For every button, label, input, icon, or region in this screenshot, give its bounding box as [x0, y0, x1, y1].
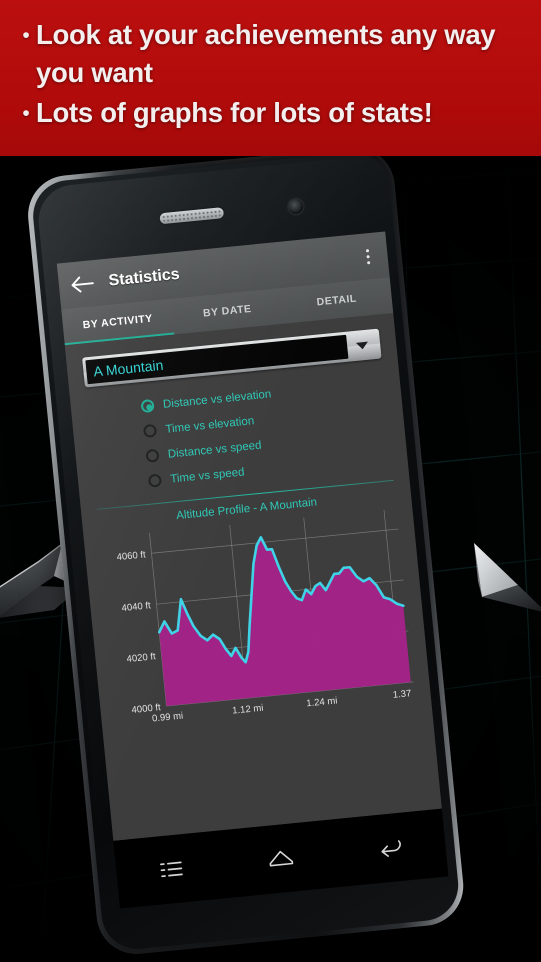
tab-by-date[interactable]: BY DATE: [172, 300, 283, 323]
banner-bullet-2-text: Lots of graphs for lots of stats!: [36, 97, 433, 128]
graph-type-radio-group: Distance vs elevation Time vs elevation …: [140, 370, 395, 494]
bullet-icon: •: [22, 102, 30, 125]
chart-canvas: 4000 ft4020 ft4040 ft4060 ft0.99 mi1.12 …: [97, 502, 419, 739]
earpiece-speaker-icon: [159, 207, 225, 225]
tab-detail[interactable]: DETAIL: [281, 289, 392, 312]
phone-body: Statistics BY ACTIVITY BY DATE DETAIL A …: [24, 143, 467, 958]
chevron-down-icon[interactable]: [346, 332, 378, 359]
promo-banner: • Look at your achievements any way you …: [0, 0, 541, 156]
front-camera-icon: [287, 198, 305, 215]
tab-by-activity[interactable]: BY ACTIVITY: [62, 311, 173, 334]
radio-selected-icon: [140, 398, 155, 414]
back-arrow-icon[interactable]: [68, 272, 96, 296]
radio-unselected-icon: [145, 448, 160, 463]
bullet-icon: •: [22, 24, 30, 47]
app-screen: Statistics BY ACTIVITY BY DATE DETAIL A …: [56, 231, 442, 841]
banner-bullet-2: • Lots of graphs for lots of stats!: [16, 94, 521, 134]
radio-label: Distance vs speed: [167, 439, 263, 461]
back-return-icon[interactable]: [377, 836, 405, 860]
radio-unselected-icon: [147, 473, 163, 488]
phone-front-face: Statistics BY ACTIVITY BY DATE DETAIL A …: [29, 148, 462, 953]
radio-label: Time vs elevation: [164, 414, 255, 436]
banner-bullet-1-text: Look at your achievements any way you wa…: [36, 19, 496, 88]
phone-device: Statistics BY ACTIVITY BY DATE DETAIL A …: [24, 140, 499, 962]
radio-label: Time vs speed: [169, 465, 245, 486]
tab-content: A Mountain Distance vs elevation Time vs…: [64, 313, 442, 841]
activity-select-value: A Mountain: [92, 356, 165, 380]
page-title: Statistics: [107, 265, 181, 290]
radio-unselected-icon: [142, 423, 158, 438]
promo-screenshot: Statistics BY ACTIVITY BY DATE DETAIL A …: [0, 0, 541, 962]
banner-bullet-1: • Look at your achievements any way you …: [16, 16, 521, 92]
home-icon[interactable]: [266, 845, 296, 872]
overflow-menu-icon[interactable]: [357, 244, 379, 268]
svg-text:1.37: 1.37: [392, 688, 411, 701]
recents-list-icon[interactable]: [157, 857, 185, 881]
altitude-chart[interactable]: Altitude Profile - A Mountain 4000 ft 402…: [96, 489, 419, 745]
